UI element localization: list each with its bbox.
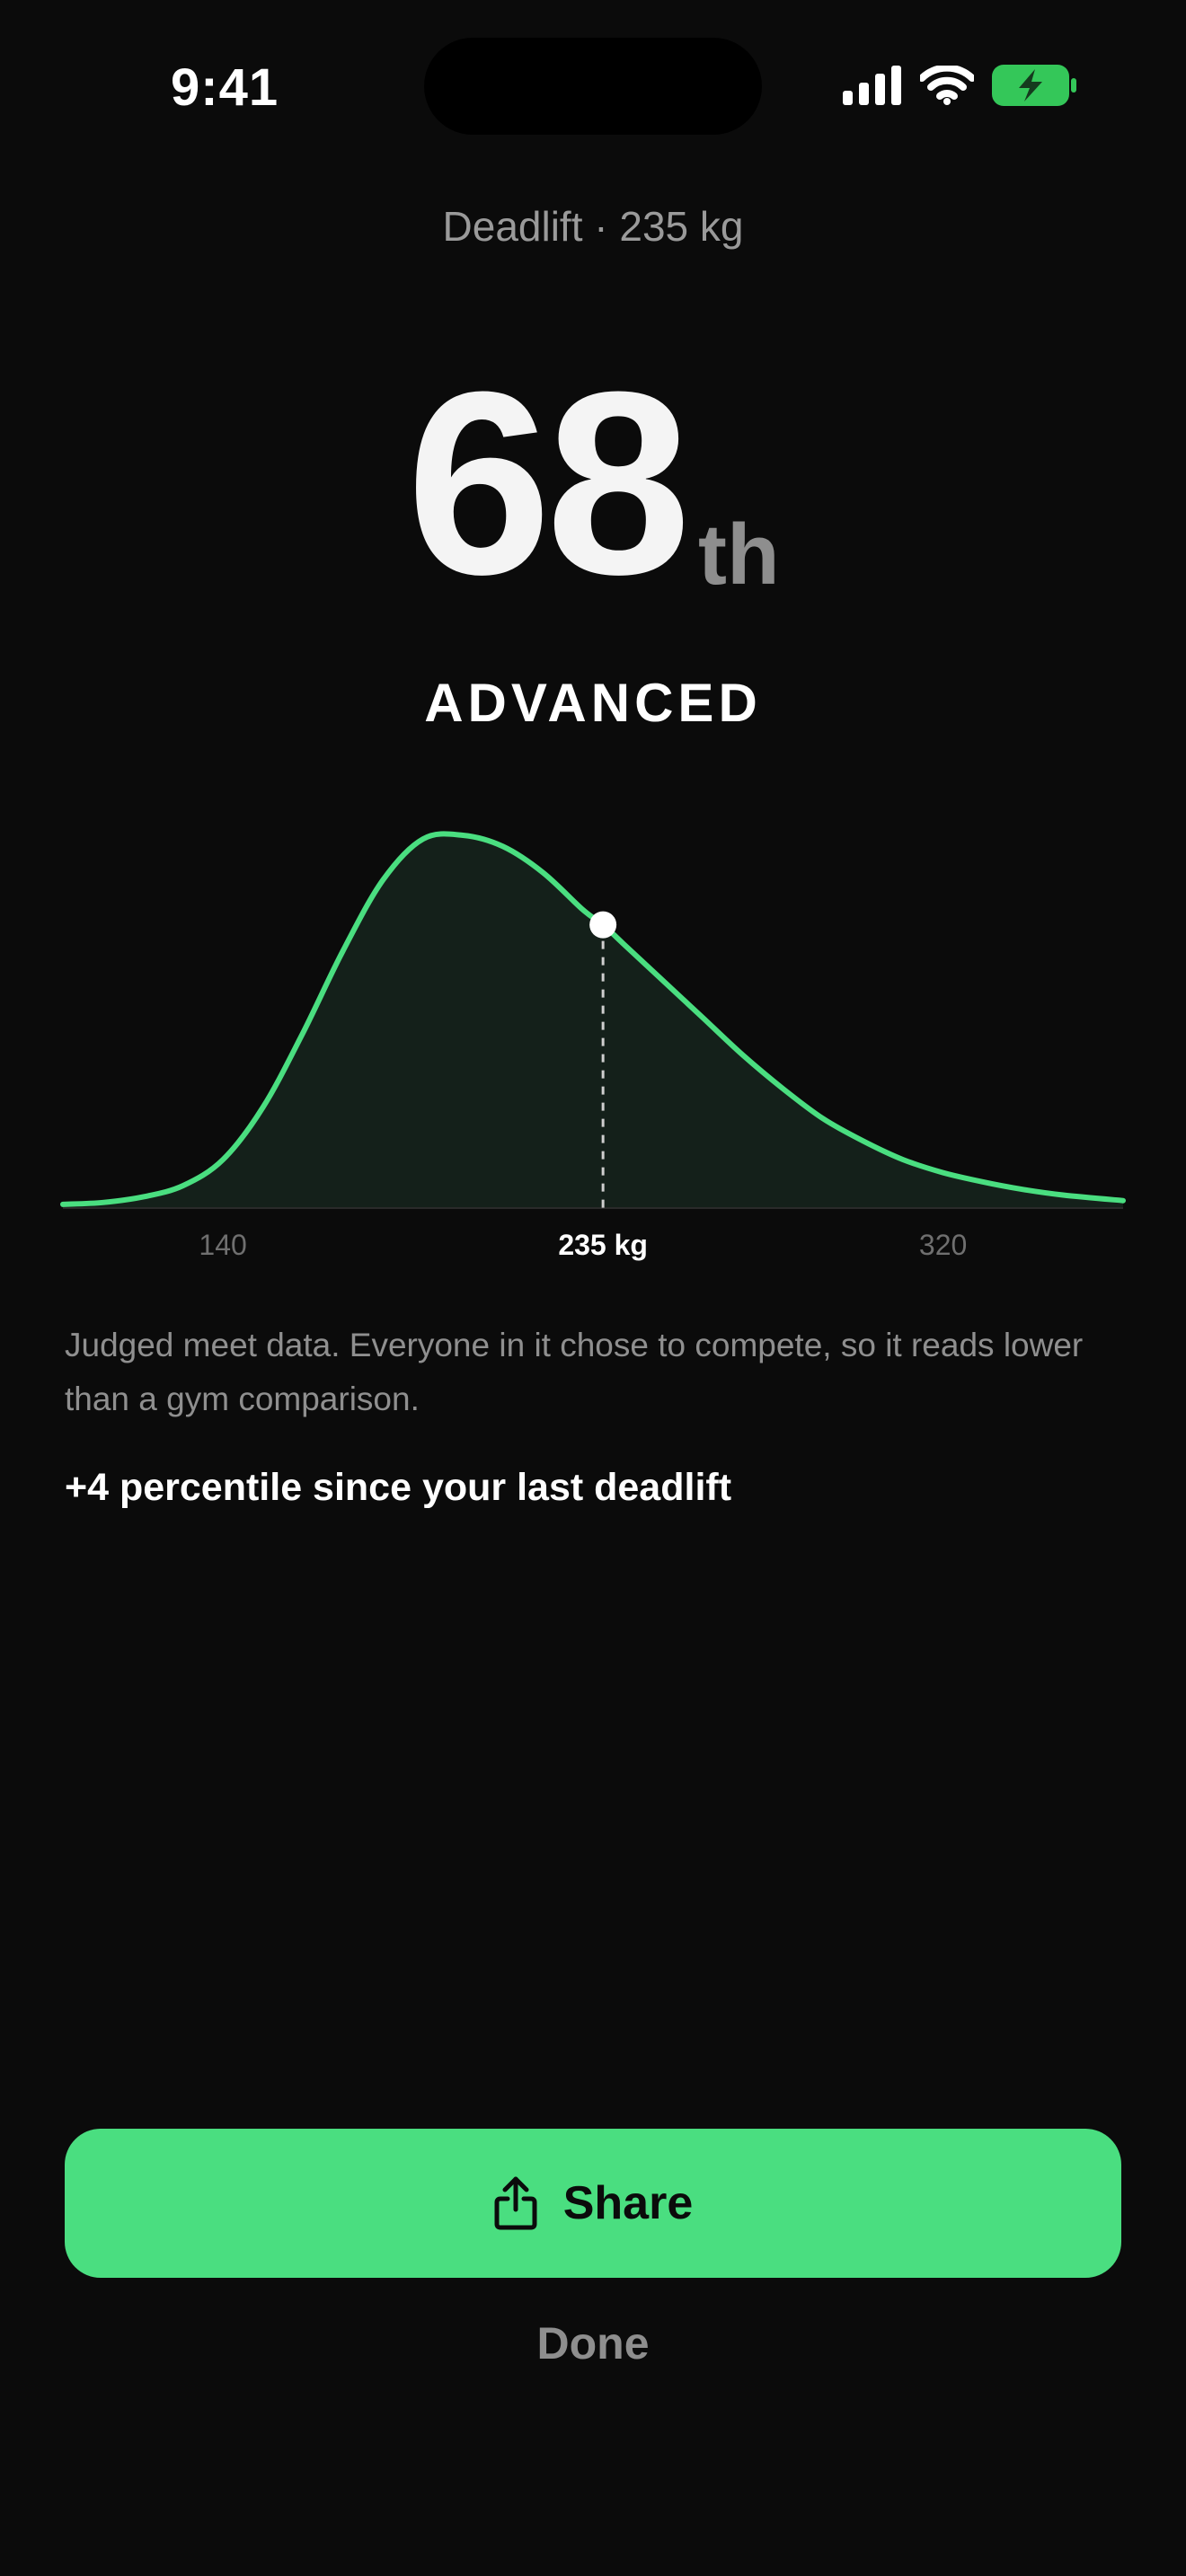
dynamic-island (424, 38, 762, 135)
x-tick-label: 320 (919, 1229, 967, 1261)
distribution-chart: 140 235 kg 320 (0, 808, 1186, 1293)
status-bar: 9:41 (0, 0, 1186, 171)
percentile-number: 68 (406, 338, 691, 629)
lift-label: Deadlift · 235 kg (442, 203, 744, 250)
battery-charging-icon (992, 65, 1076, 106)
distribution-chart-svg: 140 235 kg 320 (60, 831, 1126, 1261)
data-description: Judged meet data. Everyone in it chose t… (65, 1327, 1084, 1417)
done-button[interactable]: Done (0, 2317, 1186, 2369)
share-icon (494, 2176, 537, 2230)
percentile-suffix: th (697, 507, 780, 603)
percentile-result-screen: 9:41 Deadlift · 235 kg 68 th ADVANCED 14… (0, 0, 1186, 2576)
distribution-area (63, 834, 1123, 1208)
percentile-change-note: +4 percentile since your last deadlift (65, 1466, 732, 1509)
cellular-signal-icon (843, 66, 901, 105)
tier-label: ADVANCED (424, 673, 762, 733)
share-button-label: Share (562, 2177, 694, 2229)
share-button[interactable]: Share (65, 2129, 1121, 2278)
x-tick-label-current: 235 kg (558, 1229, 648, 1261)
percentile-display: 68 th (0, 338, 1186, 629)
x-tick-label: 140 (199, 1229, 246, 1261)
status-time: 9:41 (171, 58, 279, 117)
wifi-icon (920, 66, 974, 105)
user-position-marker (589, 911, 617, 939)
status-icons (843, 65, 1076, 106)
